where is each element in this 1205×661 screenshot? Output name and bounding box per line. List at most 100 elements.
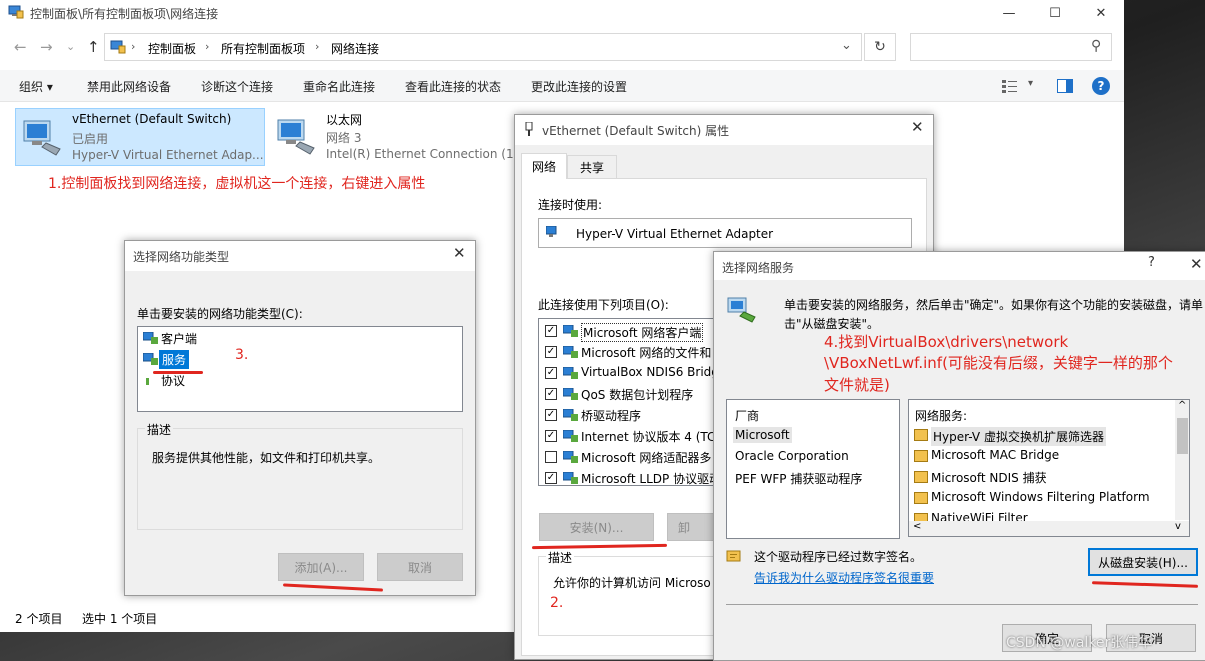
feature-type-list[interactable]: 客户端 服务 协议 bbox=[137, 326, 463, 412]
dialog-title-bar: 选择网络功能类型 ✕ bbox=[125, 241, 475, 271]
adapter-device: Hyper-V Virtual Ethernet Adap... bbox=[72, 148, 264, 162]
network-connections-icon bbox=[8, 5, 24, 19]
back-arrow-icon[interactable]: ← bbox=[14, 38, 27, 56]
install-button[interactable]: 安装(N)... bbox=[539, 513, 654, 541]
adapter-vethernet[interactable]: vEthernet (Default Switch) 已启用 Hyper-V V… bbox=[15, 108, 265, 166]
scroll-up-icon[interactable]: ^ bbox=[1178, 400, 1186, 411]
annotation-step4-line1: 4.找到VirtualBox\drivers\network bbox=[824, 333, 1069, 351]
vendor-item[interactable]: Oracle Corporation bbox=[735, 449, 849, 463]
service-icon bbox=[914, 450, 928, 462]
component-item[interactable]: Microsoft LLDP 协议驱动 bbox=[581, 470, 721, 487]
refresh-icon[interactable]: ↻ bbox=[864, 33, 896, 61]
organize-menu[interactable]: 组织 ▾ bbox=[19, 78, 53, 95]
close-icon[interactable]: ✕ bbox=[453, 244, 466, 262]
component-item[interactable]: Microsoft 网络客户端 bbox=[581, 323, 704, 342]
network-adapter-icon bbox=[23, 120, 61, 156]
signed-driver-icon bbox=[726, 550, 741, 562]
dialog-title-bar: vEthernet (Default Switch) 属性 ✕ bbox=[515, 115, 933, 145]
service-list[interactable]: 网络服务: NativeWiFi Filter Microsoft Windows… bbox=[908, 399, 1190, 537]
component-checkbox[interactable]: ✓ bbox=[545, 388, 557, 400]
crumb-control-panel[interactable]: 控制面板 bbox=[148, 40, 196, 57]
up-arrow-icon[interactable]: ↑ bbox=[87, 38, 100, 56]
vendor-item-selected[interactable]: Microsoft bbox=[733, 427, 792, 443]
maximize-button[interactable]: ☐ bbox=[1032, 0, 1078, 26]
annotation-underline bbox=[153, 371, 203, 374]
service-icon bbox=[914, 471, 928, 483]
close-icon[interactable]: ✕ bbox=[911, 118, 924, 136]
component-checkbox[interactable]: ✓ bbox=[545, 346, 557, 358]
service-item[interactable]: Hyper-V 虚拟交换机扩展筛选器 bbox=[931, 427, 1106, 446]
search-input[interactable]: ⚲ bbox=[910, 33, 1112, 61]
service-item[interactable]: Microsoft NDIS 捕获 bbox=[931, 469, 1047, 486]
annotation-step4-line3: 文件就是) bbox=[824, 376, 890, 394]
tab-network[interactable]: 网络 bbox=[521, 153, 567, 179]
annotation-step2: 2. bbox=[550, 595, 564, 611]
scroll-left-icon[interactable]: < bbox=[913, 521, 921, 532]
help-icon[interactable]: ? bbox=[1148, 255, 1155, 270]
list-item-client[interactable]: 客户端 bbox=[161, 330, 197, 347]
component-icon bbox=[563, 346, 578, 358]
component-checkbox[interactable]: ✓ bbox=[545, 472, 557, 484]
close-icon[interactable]: ✕ bbox=[1190, 255, 1203, 273]
component-checkbox[interactable] bbox=[545, 451, 557, 463]
component-item[interactable]: VirtualBox NDIS6 Bridg bbox=[581, 365, 719, 379]
component-item[interactable]: Microsoft 网络的文件和 bbox=[581, 344, 711, 361]
select-service-dialog: 选择网络服务 ? ✕ 单击要安装的网络服务，然后单击"确定"。如果你有这个功能的… bbox=[713, 251, 1205, 661]
component-item[interactable]: Microsoft 网络适配器多 bbox=[581, 449, 711, 466]
close-button[interactable]: ✕ bbox=[1078, 0, 1124, 26]
adapter-status: 网络 3 bbox=[326, 131, 362, 145]
cancel-button[interactable]: 取消 bbox=[377, 553, 463, 581]
items-label: 此连接使用下列项目(O): bbox=[538, 298, 669, 312]
description-group-title: 描述 bbox=[546, 549, 575, 566]
crumb-all-items[interactable]: 所有控制面板项 bbox=[221, 40, 305, 57]
component-icon bbox=[563, 451, 578, 463]
view-options-icon[interactable] bbox=[1002, 79, 1018, 93]
rename-button[interactable]: 重命名此连接 bbox=[303, 78, 375, 95]
component-checkbox[interactable]: ✓ bbox=[545, 430, 557, 442]
view-status-button[interactable]: 查看此连接的状态 bbox=[405, 78, 501, 95]
component-item[interactable]: QoS 数据包计划程序 bbox=[581, 386, 693, 403]
vendor-item[interactable]: PEF WFP 捕获驱动程序 bbox=[735, 470, 862, 487]
recent-locations-icon[interactable]: ⌄ bbox=[66, 40, 75, 53]
signed-text: 这个驱动程序已经过数字签名。 bbox=[754, 550, 923, 564]
help-icon[interactable]: ? bbox=[1092, 77, 1110, 95]
scroll-thumb[interactable] bbox=[1177, 418, 1188, 454]
address-bar[interactable]: › 控制面板 › 所有控制面板项 › 网络连接 ⌄ bbox=[104, 33, 862, 61]
change-settings-button[interactable]: 更改此连接的设置 bbox=[531, 78, 627, 95]
have-disk-button[interactable]: 从磁盘安装(H)... bbox=[1088, 548, 1198, 576]
component-item[interactable]: Internet 协议版本 4 (TC bbox=[581, 428, 715, 445]
service-item[interactable]: Microsoft MAC Bridge bbox=[931, 448, 1059, 462]
diagnose-button[interactable]: 诊断这个连接 bbox=[201, 78, 273, 95]
window-title: 控制面板\所有控制面板项\网络连接 bbox=[30, 7, 219, 21]
view-dropdown-icon[interactable]: ▾ bbox=[1028, 78, 1033, 89]
signing-help-link[interactable]: 告诉我为什么驱动程序签名很重要 bbox=[754, 569, 934, 586]
disable-device-button[interactable]: 禁用此网络设备 bbox=[87, 78, 171, 95]
list-item-service-selected[interactable]: 服务 bbox=[159, 350, 190, 369]
preview-pane-icon[interactable] bbox=[1057, 79, 1073, 93]
component-checkbox[interactable]: ✓ bbox=[545, 409, 557, 421]
service-header: 网络服务: bbox=[915, 409, 968, 423]
adapter-ethernet[interactable]: 以太网 网络 3 Intel(R) Ethernet Connection (1… bbox=[270, 108, 525, 166]
list-item-protocol[interactable]: 协议 bbox=[161, 372, 185, 389]
component-item[interactable]: 桥驱动程序 bbox=[581, 407, 641, 424]
component-checkbox[interactable]: ✓ bbox=[545, 367, 557, 379]
scroll-down-icon[interactable]: v bbox=[1175, 521, 1181, 532]
dialog-title: vEthernet (Default Switch) 属性 bbox=[542, 124, 730, 138]
minimize-button[interactable]: — bbox=[986, 0, 1032, 26]
address-dropdown-icon[interactable]: ⌄ bbox=[841, 38, 852, 53]
description-text: 允许你的计算机访问 Microso bbox=[553, 576, 711, 590]
control-panel-icon bbox=[110, 40, 126, 54]
component-checkbox[interactable]: ✓ bbox=[545, 325, 557, 337]
service-item[interactable]: Microsoft Windows Filtering Platform bbox=[931, 490, 1150, 504]
tab-sharing[interactable]: 共享 bbox=[567, 155, 617, 179]
feature-type-dialog: 选择网络功能类型 ✕ 单击要安装的网络功能类型(C): 客户端 服务 协议 3.… bbox=[124, 240, 476, 596]
horizontal-scrollbar[interactable]: < v bbox=[909, 521, 1189, 536]
vertical-scrollbar[interactable]: ^ bbox=[1175, 400, 1189, 520]
add-button[interactable]: 添加(A)... bbox=[278, 553, 364, 581]
watermark: CSDN @walker张伟华 bbox=[1006, 635, 1153, 651]
dialog-title: 选择网络服务 bbox=[722, 261, 795, 275]
crumb-network-connections[interactable]: 网络连接 bbox=[331, 40, 379, 57]
description-group-title: 描述 bbox=[145, 421, 174, 438]
forward-arrow-icon[interactable]: → bbox=[40, 38, 53, 56]
vendor-list[interactable]: 厂商 Microsoft Oracle Corporation PEF WFP … bbox=[726, 399, 900, 539]
